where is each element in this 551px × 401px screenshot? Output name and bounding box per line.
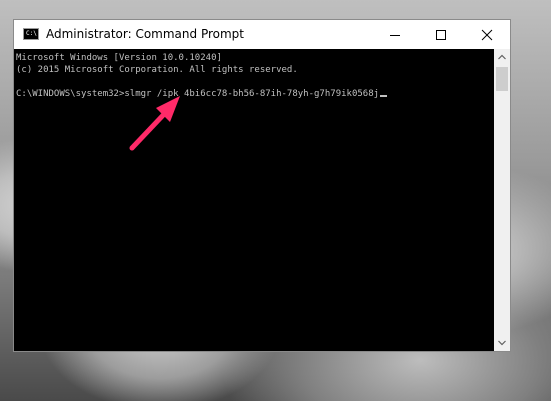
command-text: C:\WINDOWS\system32>slmgr /ipk 4bi6cc78-… <box>16 89 380 99</box>
console-line-command: C:\WINDOWS\system32>slmgr /ipk 4bi6cc78-… <box>16 88 388 100</box>
app-icon-glyph: C:\ <box>26 30 37 37</box>
minimize-icon <box>390 35 400 36</box>
command-prompt-window: C:\ Administrator: Command Prompt Micros… <box>13 19 511 352</box>
window-title: Administrator: Command Prompt <box>46 27 244 41</box>
maximize-button[interactable] <box>418 20 464 49</box>
close-button[interactable] <box>464 20 510 49</box>
chevron-up-icon <box>498 54 506 60</box>
scroll-thumb[interactable] <box>496 67 508 91</box>
console-line-copyright: (c) 2015 Microsoft Corporation. All righ… <box>16 65 298 75</box>
text-cursor <box>380 95 388 97</box>
scroll-up-button[interactable] <box>494 49 510 65</box>
console-output[interactable]: Microsoft Windows [Version 10.0.10240] (… <box>14 49 494 351</box>
scroll-down-button[interactable] <box>494 335 510 351</box>
command-prompt-icon: C:\ <box>23 28 39 40</box>
console-line-version: Microsoft Windows [Version 10.0.10240] <box>16 53 222 63</box>
title-bar[interactable]: C:\ Administrator: Command Prompt <box>14 20 510 49</box>
close-icon <box>481 29 493 41</box>
maximize-icon <box>436 30 446 40</box>
minimize-button[interactable] <box>372 20 418 49</box>
chevron-down-icon <box>498 340 506 346</box>
vertical-scrollbar[interactable] <box>494 49 510 351</box>
